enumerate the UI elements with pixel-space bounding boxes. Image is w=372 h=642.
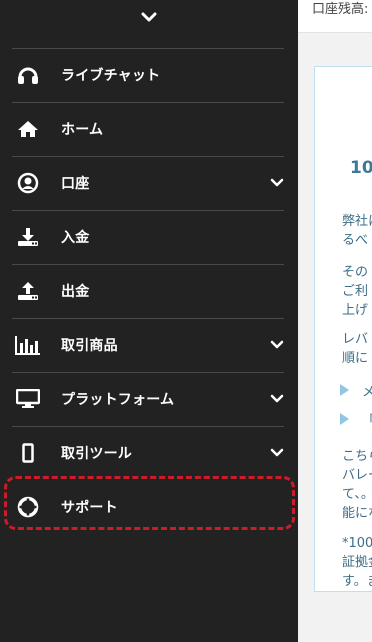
sidebar-item-label: 入金: [61, 230, 90, 246]
sidebar-item-account[interactable]: 口座: [0, 156, 298, 210]
sidebar-item-label: ライブチャット: [61, 68, 161, 84]
sidebar-item-label: 取引商品: [61, 338, 118, 354]
monitor-icon: [14, 386, 42, 412]
home-icon: [14, 116, 42, 142]
sidebar-item-live-chat[interactable]: ライブチャット: [0, 48, 298, 102]
sidebar: ライブチャット ホーム 口座 入金 出金 取引商品 プラットフォーム 取引ツール…: [0, 0, 298, 642]
bar-chart-icon: [14, 332, 42, 358]
info-card: 10 弊社に るべ その ご利 上げ レバ 順に メ 「 こちら バレー て、。…: [314, 66, 372, 592]
sidebar-item-label: 出金: [61, 284, 90, 300]
sidebar-item-platform[interactable]: プラットフォーム: [0, 372, 298, 426]
sidebar-item-label: ホーム: [61, 122, 104, 138]
card-paragraph: こちら バレー て、。 能にな: [342, 449, 372, 521]
collapse-toggle[interactable]: [0, 0, 298, 34]
phone-icon: [14, 440, 42, 466]
sidebar-item-trading-products[interactable]: 取引商品: [0, 318, 298, 372]
headset-icon: [14, 62, 42, 88]
bullet-arrow-icon: [340, 384, 349, 396]
card-paragraph: その ご利 上げ: [342, 265, 369, 318]
sidebar-item-deposit[interactable]: 入金: [0, 210, 298, 264]
sidebar-item-label: 取引ツール: [61, 446, 132, 462]
sidebar-item-label: 口座: [61, 176, 90, 192]
bullet-arrow-icon: [340, 413, 349, 425]
main-content: 口座残高: 10 弊社に るべ その ご利 上げ レバ 順に メ 「 こちら バ…: [298, 0, 372, 642]
chevron-down-icon: [270, 448, 284, 457]
sidebar-item-label: サポート: [61, 500, 118, 516]
chevron-down-icon: [270, 178, 284, 187]
sidebar-item-support[interactable]: サポート: [0, 480, 298, 534]
sidebar-item-home[interactable]: ホーム: [0, 102, 298, 156]
card-footnote: *100 証拠金 す。ま: [342, 536, 372, 589]
sidebar-item-withdrawal[interactable]: 出金: [0, 264, 298, 318]
chevron-down-icon: [141, 12, 157, 22]
sidebar-item-label: プラットフォーム: [61, 392, 175, 408]
lifebuoy-icon: [14, 494, 42, 520]
download-tray-icon: [14, 224, 42, 250]
card-paragraph: 弊社に るべ: [342, 214, 372, 248]
account-circle-icon: [14, 170, 42, 196]
sidebar-menu: ライブチャット ホーム 口座 入金 出金 取引商品 プラットフォーム 取引ツール…: [0, 48, 298, 534]
sidebar-item-trading-tools[interactable]: 取引ツール: [0, 426, 298, 480]
chevron-down-icon: [270, 340, 284, 349]
chevron-down-icon: [270, 394, 284, 403]
bullet-text: メ: [362, 385, 372, 400]
bullet-text: 「: [362, 410, 372, 429]
card-heading: 10: [350, 158, 372, 178]
account-balance-label: 口座残高:: [312, 2, 369, 17]
upload-tray-icon: [14, 278, 42, 304]
header-bar: 口座残高:: [298, 0, 372, 33]
card-paragraph: レバ 順に: [342, 332, 369, 366]
